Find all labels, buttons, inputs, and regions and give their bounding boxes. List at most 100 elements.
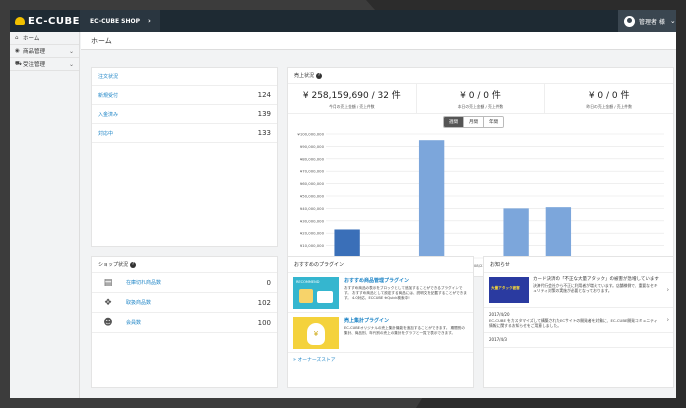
order-row-processing[interactable]: 対応中 133 [92,124,277,143]
sales-summary-yesterday: ¥ 0 / 0 件 昨日の売上金額 / 売上件数 [545,84,673,113]
sales-amount: ¥ 0 / 0 件 [588,91,630,101]
money-bag-icon: ¥ [307,323,325,345]
y-tick-label: ¥80,000,000 [300,156,325,161]
sales-heading: 売上状況 ? [288,68,673,84]
shop-status-heading: ショップ状況 ? [92,257,277,273]
help-icon[interactable]: ? [316,72,323,79]
news-item[interactable]: 2017/4/3 [484,333,673,348]
shop-row-label: 在庫切れ商品数 [126,280,162,286]
order-row-label: 新規受付 [98,92,119,99]
plugin-title[interactable]: 売上集計プラグイン [344,317,468,324]
plugins-heading: おすすめのプラグイン [288,257,473,273]
page-title: ホーム [91,36,112,45]
shop-row-label: 取扱商品数 [126,300,152,306]
order-row-new[interactable]: 新規受付 124 [92,86,277,105]
sidebar: ⌂ ホーム ◉ 商品管理 ⌄ ⛟ 受注管理 ⌄ [10,32,80,398]
sales-summary: ¥ 258,159,690 / 32 件 今月の売上金額 / 売上件数 ¥ 0 … [288,84,673,114]
sales-amount: ¥ 0 / 0 件 [460,91,501,101]
box-icon: ▤ [103,277,113,288]
chevron-down-icon: ⌄ [68,47,74,55]
sales-summary-today: ¥ 0 / 0 件 本日の売上金額 / 売上件数 [417,84,546,113]
shop-status-card: ショップ状況 ? ▤ 在庫切れ商品数 0 ❖ 取扱商品数 102 ☻ 会員数 1… [91,256,278,388]
chevron-right-icon: › [148,17,151,25]
chevron-down-icon: ⌄ [669,17,676,25]
period-toggle: 週間 月間 年間 [443,116,504,128]
help-icon[interactable]: ? [130,261,137,268]
sales-caption: 本日の売上金額 / 売上件数 [457,104,504,109]
news-title: カード決済の「不正な大量アタック」の被害が急増しています [533,277,659,282]
order-row-value: 124 [257,91,271,99]
y-tick-label: ¥30,000,000 [300,218,325,223]
order-status-heading: 注文状況 [92,68,277,86]
sidebar-item-label: 商品管理 [23,49,46,55]
sales-status-card: 売上状況 ? ¥ 258,159,690 / 32 件 今月の売上金額 / 売上… [287,67,674,277]
y-tick-label: ¥90,000,000 [300,144,325,149]
period-toggle-week[interactable]: 週間 [444,117,464,127]
shop-link[interactable]: EC-CUBE SHOP › [80,10,160,32]
plugin-thumbnail-label: RECOMMEND [296,280,320,284]
main-content: ホーム 注文状況 新規受付 124 入金済み 139 対応中 133 売上状況 … [81,32,676,398]
sidebar-item-label: 受注管理 [23,62,46,68]
news-thumbnail-label: 大量アタック被害 [491,286,520,290]
shop-row-value: 102 [257,298,271,307]
shop-row-members[interactable]: ☻ 会員数 100 [92,313,277,333]
bar[interactable] [503,208,529,258]
home-icon: ⌂ [15,35,19,41]
cart-icon: ⛟ [15,60,22,67]
shop-row-products[interactable]: ❖ 取扱商品数 102 [92,293,277,313]
news-body: 決済代行会社から不正に利用者が増えています。店舗様側で、重要なセキュリティ対策の… [533,283,658,293]
order-row-value: 139 [257,110,271,118]
shop-status-heading-text: ショップ状況 [98,262,129,268]
shop-name: EC-CUBE SHOP [90,17,141,25]
news-thumbnail: 大量アタック被害 [489,277,529,303]
sales-caption: 昨日の売上金額 / 売上件数 [586,104,632,109]
recommend-card-icon [317,291,333,303]
sidebar-item-label: ホーム [23,36,40,42]
sales-bar-chart: ¥0¥10,000,000¥20,000,000¥30,000,000¥40,0… [297,132,664,268]
top-header: EC-CUBE EC-CUBE SHOP › 管理者 様 ⌄ [10,10,676,32]
bar[interactable] [334,229,360,258]
shop-row-out-of-stock[interactable]: ▤ 在庫切れ商品数 0 [92,273,277,293]
shop-row-value: 100 [257,318,271,327]
page-title-bar: ホーム [81,32,676,50]
period-toggle-year[interactable]: 年間 [484,117,503,127]
members-icon: ☻ [103,317,113,328]
news-item[interactable]: 大量アタック被害 カード決済の「不正な大量アタック」の被害が急増しています 決済… [484,273,673,308]
order-row-label: 入金済み [98,111,119,118]
order-row-label: 対応中 [98,130,114,137]
news-item[interactable]: 2017/4/20 EC-CUBE をカスタマイズして構築されたECサイトの開発… [484,308,673,333]
product-icon: ◉ [15,48,20,54]
period-toggle-month[interactable]: 月間 [464,117,484,127]
owners-store-link[interactable]: » オーナーズストア [288,353,473,366]
y-tick-label: ¥100,000,000 [297,132,324,137]
y-tick-label: ¥40,000,000 [300,206,325,211]
y-tick-label: ¥20,000,000 [300,231,325,236]
plugin-description: EC-CUBEオリジナルの売上集計機能を追加することができます。 期間別の集計、… [344,326,465,335]
user-name: 管理者 様 [639,18,665,26]
news-heading: お知らせ [484,257,673,273]
plugin-item[interactable]: RECOMMEND おすすめ商品管理プラグイン おすすめ商品の表示をブロックとし… [288,273,473,313]
sales-heading-text: 売上状況 [294,73,315,79]
y-tick-label: ¥50,000,000 [300,194,325,199]
news-body: EC-CUBE をカスタマイズして構築されたECサイトの開発者を対象に、EC-C… [489,318,658,328]
bar[interactable] [418,140,445,258]
chevron-down-icon: ⌄ [68,60,74,68]
shop-row-value: 0 [266,278,271,287]
plugin-title[interactable]: おすすめ商品管理プラグイン [344,277,468,284]
order-row-value: 133 [257,129,271,137]
logo[interactable]: EC-CUBE [10,10,80,32]
logo-text: EC-CUBE [28,15,80,27]
order-row-paid[interactable]: 入金済み 139 [92,105,277,124]
sales-summary-month: ¥ 258,159,690 / 32 件 今月の売上金額 / 売上件数 [288,84,417,113]
plugin-thumbnail: ¥ [293,317,339,349]
sidebar-item-orders[interactable]: ⛟ 受注管理 ⌄ [10,58,79,71]
user-menu[interactable]: 管理者 様 ⌄ [618,10,676,32]
order-status-card: 注文状況 新規受付 124 入金済み 139 対応中 133 [91,67,278,247]
y-tick-label: ¥60,000,000 [300,181,325,186]
bar[interactable] [545,207,572,258]
news-card: お知らせ 大量アタック被害 カード決済の「不正な大量アタック」の被害が急増してい… [483,256,674,388]
plugin-item[interactable]: ¥ 売上集計プラグイン EC-CUBEオリジナルの売上集計機能を追加することがで… [288,313,473,353]
y-tick-label: ¥10,000,000 [300,243,325,248]
sidebar-item-home[interactable]: ⌂ ホーム [10,32,79,45]
sidebar-item-products[interactable]: ◉ 商品管理 ⌄ [10,45,79,58]
